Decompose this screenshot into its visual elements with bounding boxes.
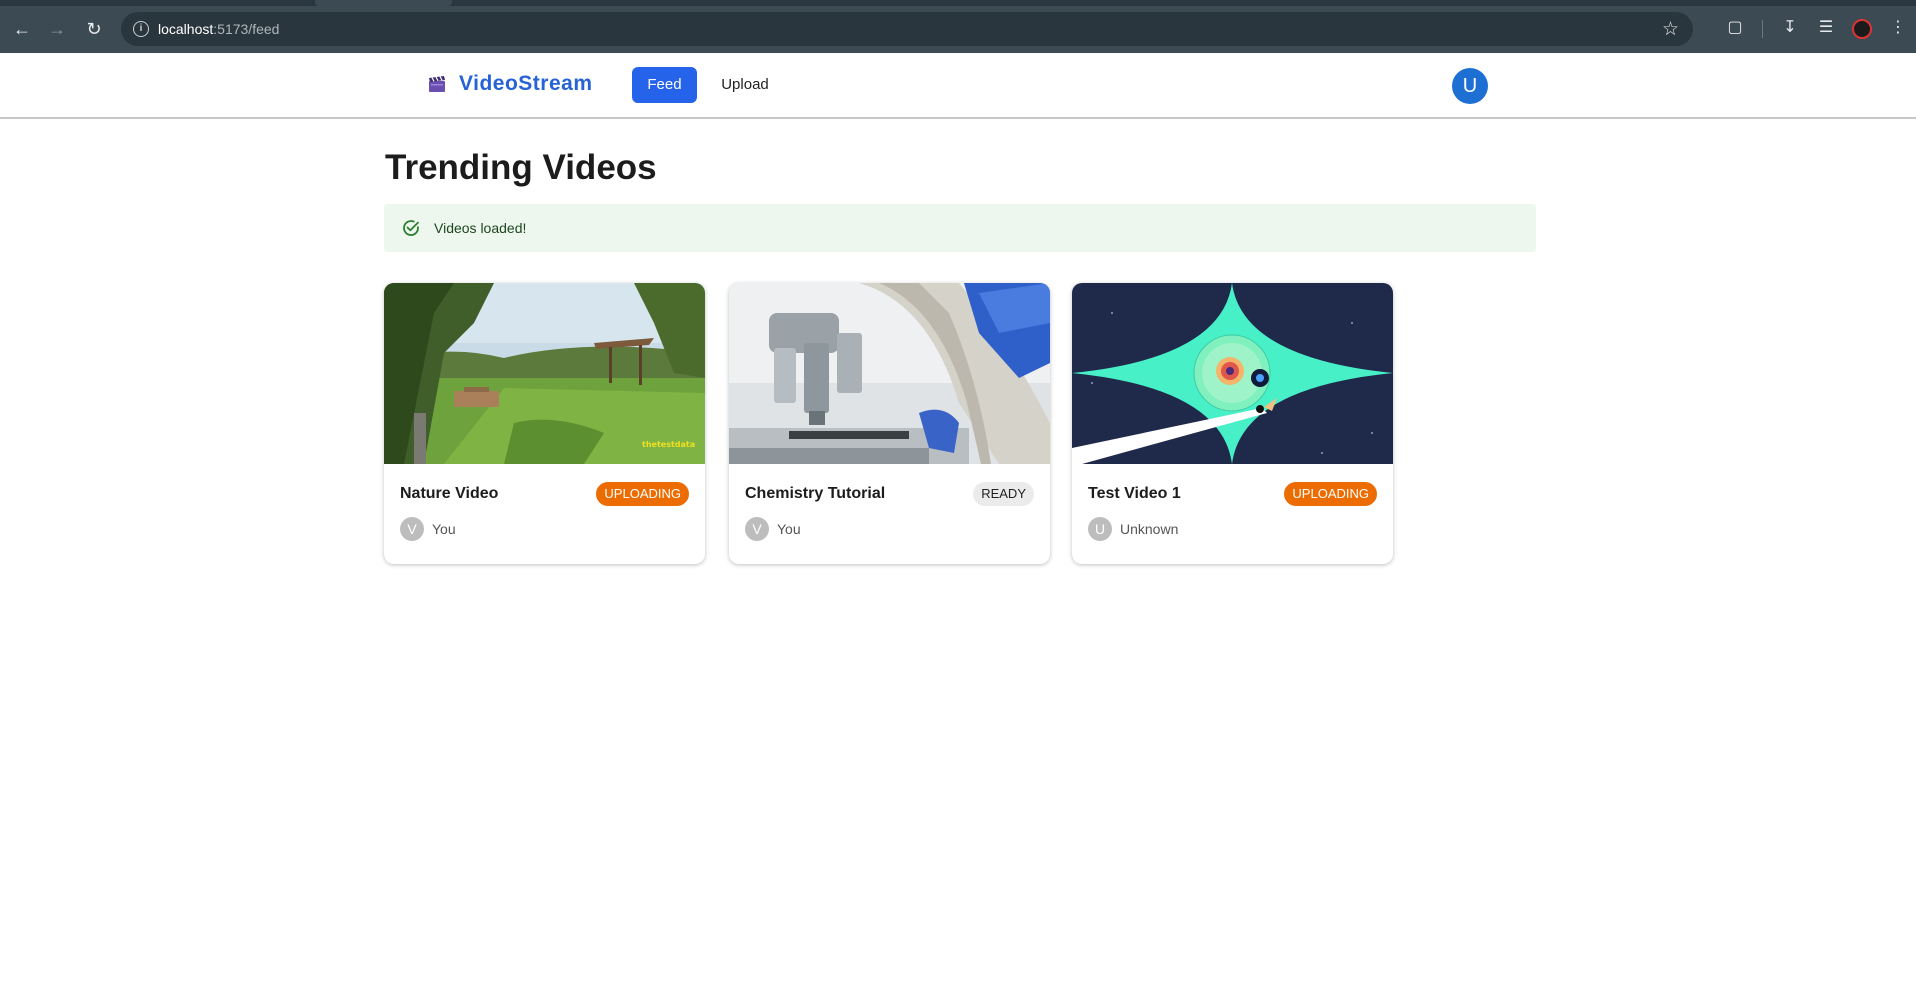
video-title[interactable]: Chemistry Tutorial [745, 485, 885, 503]
video-card[interactable]: Chemistry Tutorial READY V You [729, 283, 1050, 564]
page-title: Trending Videos [385, 148, 657, 187]
owner-avatar: V [745, 517, 769, 541]
status-badge: UPLOADING [596, 482, 689, 506]
owner-avatar: U [1088, 517, 1112, 541]
site-info-icon[interactable]: i [133, 21, 149, 37]
reload-icon[interactable]: ↻ [82, 17, 106, 41]
back-arrow-icon[interactable]: ← [10, 17, 34, 41]
alert-message: Videos loaded! [434, 220, 527, 236]
more-menu-icon[interactable]: ⋮ [1887, 17, 1909, 39]
browser-toolbar: ← → ↻ i localhost:5173/feed ☆ ▢ ↧ ☰ ⋮ [0, 0, 1916, 53]
nav-upload-button[interactable]: Upload [714, 67, 776, 103]
url-text[interactable]: localhost:5173/feed [158, 21, 279, 37]
video-card[interactable]: thetestdata Nature Video UPLOADING V You [384, 283, 705, 564]
url-path: :5173/feed [213, 21, 280, 37]
tab-strip [0, 0, 1916, 6]
app-header: VideoStream Feed Upload U [0, 53, 1916, 119]
video-card[interactable]: Test Video 1 UPLOADING U Unknown [1072, 283, 1393, 564]
owner-name: Unknown [1120, 521, 1179, 537]
video-thumbnail[interactable] [729, 283, 1050, 464]
active-tab[interactable] [315, 0, 452, 6]
status-badge: READY [973, 482, 1034, 506]
extensions-icon[interactable]: ▢ [1724, 17, 1746, 39]
profile-avatar[interactable] [1852, 19, 1872, 39]
success-alert: Videos loaded! [384, 204, 1536, 252]
video-thumbnail[interactable] [1072, 283, 1393, 464]
video-title[interactable]: Test Video 1 [1088, 485, 1181, 503]
status-badge: UPLOADING [1284, 482, 1377, 506]
user-avatar[interactable]: U [1452, 68, 1488, 104]
check-circle-icon [403, 220, 419, 236]
owner-name: You [777, 521, 801, 537]
video-thumbnail[interactable]: thetestdata [384, 283, 705, 464]
owner-name: You [432, 521, 456, 537]
app-logo-text[interactable]: VideoStream [459, 72, 593, 96]
nav-feed-button[interactable]: Feed [632, 67, 697, 103]
clapperboard-icon [429, 76, 445, 92]
toolbar-divider [1762, 20, 1763, 38]
url-host: localhost [158, 21, 214, 37]
video-title[interactable]: Nature Video [400, 485, 498, 503]
address-bar[interactable]: i localhost:5173/feed ☆ [121, 12, 1693, 46]
bookmark-star-icon[interactable]: ☆ [1662, 18, 1679, 41]
download-icon[interactable]: ↧ [1779, 17, 1801, 39]
media-controls-icon[interactable]: ☰ [1815, 17, 1837, 39]
forward-arrow-icon[interactable]: → [45, 17, 69, 41]
owner-avatar: V [400, 517, 424, 541]
thumbnail-watermark: thetestdata [642, 440, 695, 449]
